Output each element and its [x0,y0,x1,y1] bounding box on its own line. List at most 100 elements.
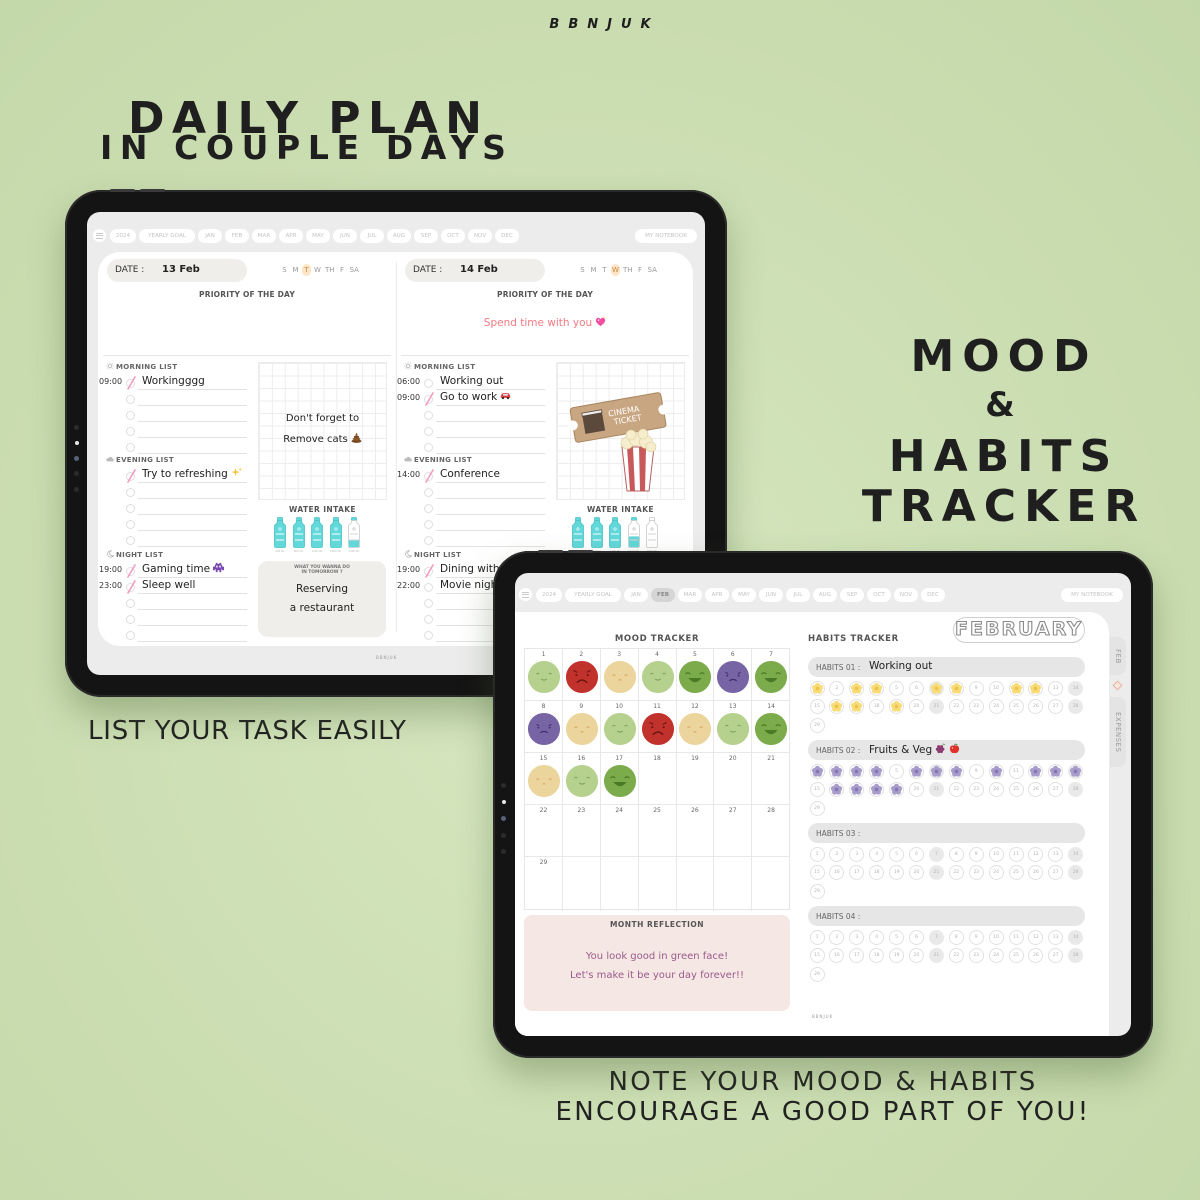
habit-day-checkbox[interactable]: 29 [809,800,825,816]
weekday-s[interactable]: S [578,264,587,276]
water-bottle-icon-filled[interactable] [329,517,343,548]
habit-day-checkbox[interactable]: 10 [988,846,1004,862]
habit-day-checked[interactable] [1008,680,1024,696]
habit-day-checkbox[interactable]: 18 [869,699,885,714]
doodle-grid[interactable]: CINEMA TICKET [556,362,685,500]
task-text-field[interactable] [138,422,247,438]
mood-day-cell[interactable]: 20 [714,753,753,805]
habit-day-checkbox[interactable]: 7 [928,846,944,862]
habit-day-checked[interactable] [869,763,885,779]
weekday-f[interactable]: F [636,264,645,276]
nav-tab-month-aug[interactable]: AUG [387,229,411,243]
mood-day-cell[interactable]: 26 [676,805,715,857]
nav-tab-month-jul[interactable]: JUL [786,588,810,602]
habit-day-checkbox[interactable]: 14 [1068,929,1084,945]
habit-day-checked[interactable] [1068,763,1084,779]
date-field[interactable]: DATE : 14 Feb [405,259,545,282]
task-checkbox-checked[interactable] [424,563,434,578]
habit-day-checkbox[interactable]: 6 [909,680,924,696]
habit-day-checked[interactable] [849,680,865,696]
habit-day-checkbox[interactable]: 9 [968,763,984,779]
task-checkbox[interactable] [126,598,135,608]
weekday-t[interactable]: T [302,264,311,276]
task-checkbox[interactable] [424,503,433,513]
water-bottle-icon-filled[interactable] [273,517,287,548]
mood-day-cell[interactable]: 5 [676,649,715,701]
habit-name-field[interactable]: HABITS 04 : [808,906,1085,926]
nav-tab-month-feb[interactable]: FEB [225,229,249,243]
habit-day-checkbox[interactable]: 27 [1048,782,1064,797]
habit-day-checked[interactable] [928,680,944,696]
task-checkbox[interactable] [424,582,433,592]
task-text-field[interactable]: Conference [436,467,545,483]
habit-day-checkbox[interactable]: 12 [1028,846,1044,862]
habit-day-checkbox[interactable]: 13 [1048,929,1064,945]
habit-day-checkbox[interactable]: 22 [948,699,964,714]
nav-tab-month-may[interactable]: MAY [306,229,330,243]
nav-tab-month-mar[interactable]: MAR [678,588,702,602]
nav-tab-month-sep[interactable]: SEP [840,588,864,602]
water-bottle-icon-filled[interactable] [347,517,361,548]
habit-day-checkbox[interactable]: 22 [948,782,964,797]
weekday-t[interactable]: T [600,264,609,276]
weekday-f[interactable]: F [338,264,347,276]
mood-day-cell[interactable]: 11 [638,701,677,753]
habit-day-checkbox[interactable]: 28 [1068,948,1084,963]
habit-day-checkbox[interactable]: 20 [909,699,924,714]
habit-day-checkbox[interactable]: 10 [988,929,1004,945]
task-checkbox-checked[interactable] [126,468,136,483]
habit-day-checkbox[interactable]: 27 [1048,865,1064,880]
mood-day-cell[interactable]: 1 [525,649,563,701]
task-checkbox[interactable] [424,378,433,388]
mood-day-cell[interactable]: 23 [562,805,601,857]
task-text-field[interactable] [138,610,247,626]
mood-day-cell[interactable]: 7 [752,649,791,701]
habit-day-checkbox[interactable]: 26 [1028,865,1044,880]
habit-day-checkbox[interactable]: 11 [1008,763,1024,779]
habit-day-checkbox[interactable]: 23 [968,782,984,797]
habit-day-checkbox[interactable]: 9 [968,846,984,862]
task-checkbox[interactable] [126,394,135,404]
task-text-field[interactable]: Working out [436,374,545,390]
habit-day-checkbox[interactable]: 2 [829,680,845,696]
habit-name-field[interactable]: HABITS 03 : [808,823,1085,843]
task-checkbox[interactable] [126,535,135,545]
task-text-field[interactable] [138,483,247,499]
habit-day-checked[interactable] [849,782,865,797]
habit-day-checkbox[interactable]: 10 [988,680,1004,696]
habit-day-checkbox[interactable]: 17 [849,948,865,963]
habit-day-checkbox[interactable]: 18 [869,865,885,880]
diamond-icon[interactable] [1112,680,1123,691]
habit-day-checkbox[interactable]: 24 [988,948,1004,963]
task-text-field[interactable] [138,499,247,515]
habit-day-checkbox[interactable]: 1 [809,846,825,862]
habit-day-checkbox[interactable]: 23 [968,948,984,963]
task-text-field[interactable] [138,438,247,454]
mood-day-cell[interactable]: 8 [525,701,563,753]
weekday-sa[interactable]: SA [647,264,658,276]
mood-day-cell[interactable]: 4 [638,649,677,701]
habit-day-checked[interactable] [829,782,845,797]
habit-day-checkbox[interactable]: 15 [809,782,825,797]
habit-day-checkbox[interactable]: 7 [928,929,944,945]
nav-tab-yearly-goal[interactable]: YEARLY GOAL [139,229,195,243]
task-checkbox[interactable] [424,519,433,529]
task-text-field[interactable] [436,483,545,499]
habit-day-checkbox[interactable]: 26 [1028,948,1044,963]
water-bottle-icon-filled[interactable] [310,517,324,548]
mood-day-cell[interactable]: 25 [638,805,677,857]
weekday-s[interactable]: S [280,264,289,276]
habit-day-checkbox[interactable]: 23 [968,865,984,880]
nav-tab-month-jan[interactable]: JAN [198,229,222,243]
habit-day-checkbox[interactable]: 5 [889,680,905,696]
mood-day-cell[interactable]: 17 [600,753,639,805]
doodle-grid[interactable]: Don't forget to Remove cats [258,362,387,500]
habit-day-checkbox[interactable]: 2 [829,846,845,862]
habit-day-checkbox[interactable]: 21 [928,782,944,797]
nav-tab-month-jun[interactable]: JUN [759,588,783,602]
habit-day-checked[interactable] [809,680,825,696]
water-bottle-icon-filled[interactable] [292,517,306,548]
habit-day-checked[interactable] [849,763,865,779]
nav-tab-month-aug[interactable]: AUG [813,588,837,602]
task-checkbox[interactable] [424,535,433,545]
